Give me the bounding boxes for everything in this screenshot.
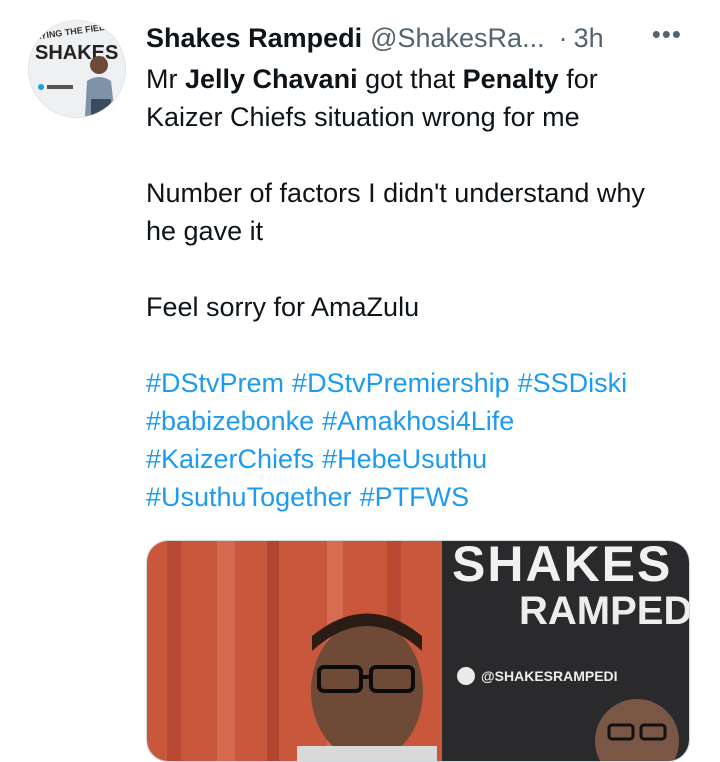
hashtag-row: #KaizerChiefs #HebeUsuthu bbox=[146, 440, 706, 478]
avatar-image: AYING THE FIELD SHAKES bbox=[29, 21, 125, 117]
text-fragment: Mr bbox=[146, 64, 185, 94]
avatar[interactable]: AYING THE FIELD SHAKES bbox=[28, 20, 126, 118]
tweet[interactable]: AYING THE FIELD SHAKES Shakes Rampedi @S… bbox=[0, 0, 720, 762]
hashtag-link[interactable]: #UsuthuTogether bbox=[146, 482, 352, 512]
more-options-icon[interactable]: ••• bbox=[652, 21, 682, 47]
hashtag-row: #UsuthuTogether #PTFWS bbox=[146, 478, 706, 516]
hashtag-link[interactable]: #DStvPrem bbox=[146, 368, 284, 398]
hashtags: #DStvPrem #DStvPremiership #SSDiski #babiz… bbox=[146, 364, 706, 516]
hashtag-link[interactable]: #KaizerChiefs bbox=[146, 444, 314, 474]
hashtag-row: #DStvPrem #DStvPremiership #SSDiski bbox=[146, 364, 706, 402]
bold-name: Jelly Chavani bbox=[184, 64, 358, 94]
media-handle-text: @SHAKESRAMPEDI bbox=[481, 668, 618, 684]
author-handle[interactable]: @ShakesRa... bbox=[370, 23, 545, 54]
time-separator: · bbox=[558, 22, 568, 53]
text-line: Feel sorry for AmaZulu bbox=[146, 292, 420, 322]
hashtag-row: #babizebonke #Amakhosi4Life bbox=[146, 402, 706, 440]
text-fragment: got that bbox=[357, 64, 463, 94]
hashtag-link[interactable]: #babizebonke bbox=[146, 406, 314, 436]
hashtag-link[interactable]: #SSDiski bbox=[518, 368, 628, 398]
bold-word: Penalty bbox=[462, 64, 559, 94]
hashtag-link[interactable]: #HebeUsuthu bbox=[322, 444, 487, 474]
text-line: Number of factors I didn't understand wh… bbox=[146, 178, 645, 208]
hashtag-link[interactable]: #DStvPremiership bbox=[292, 368, 510, 398]
media-attachment[interactable]: SHAKES RAMPEDI @SHAKESRAMPEDI bbox=[146, 540, 690, 762]
text-line: Kaizer Chiefs situation wrong for me bbox=[146, 102, 580, 132]
tweet-text: Mr Jelly Chavani got that Penalty for Ka… bbox=[146, 60, 706, 516]
text-line: Mr Jelly Chavani got that Penalty for bbox=[146, 60, 706, 98]
timestamp[interactable]: 3h bbox=[574, 23, 604, 54]
author-name[interactable]: Shakes Rampedi bbox=[146, 23, 362, 54]
text-line: he gave it bbox=[146, 216, 264, 246]
media-overlay-handle: @SHAKESRAMPEDI bbox=[457, 667, 618, 685]
media-overlay-name: RAMPEDI bbox=[519, 589, 690, 633]
instagram-icon bbox=[457, 667, 475, 685]
media-overlay-text: SHAKES bbox=[452, 540, 673, 592]
text-fragment: for bbox=[558, 64, 598, 94]
hashtag-link[interactable]: #Amakhosi4Life bbox=[322, 406, 514, 436]
tweet-header: Shakes Rampedi @ShakesRa... · 3h ••• bbox=[146, 18, 690, 58]
hashtag-link[interactable]: #PTFWS bbox=[360, 482, 470, 512]
